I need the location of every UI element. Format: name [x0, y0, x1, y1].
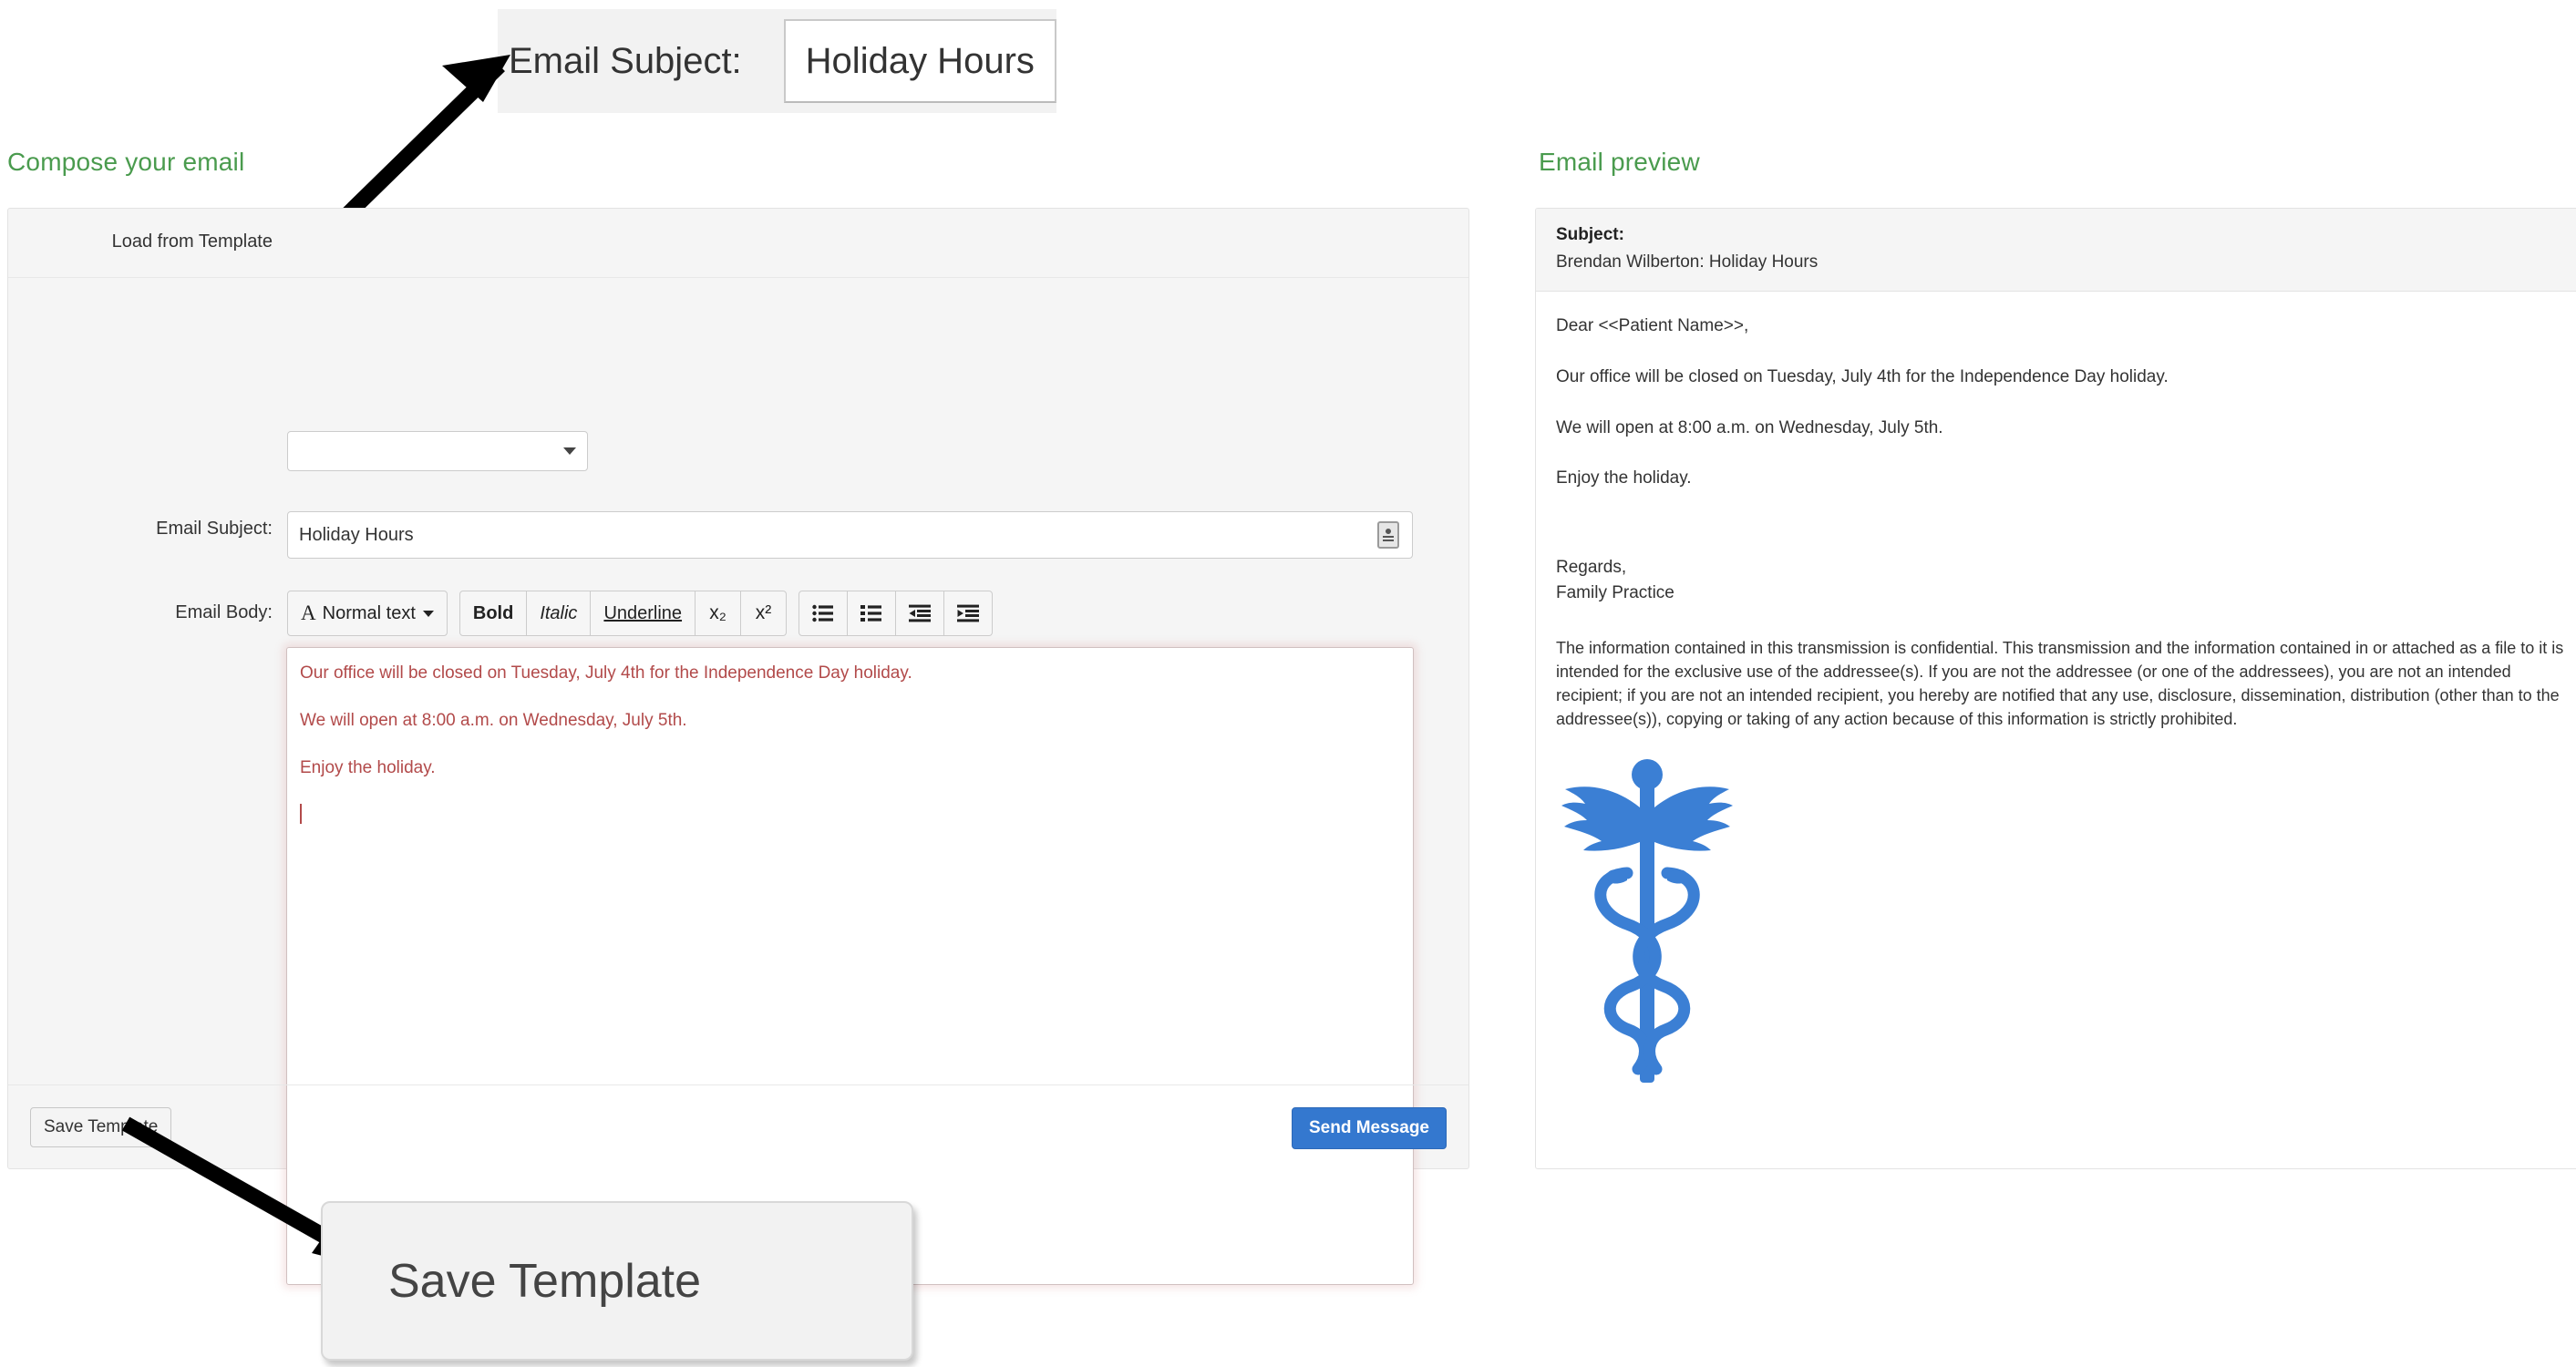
preview-disclaimer: The information contained in this transm… [1556, 639, 2564, 729]
numbered-list-icon [860, 605, 882, 622]
email-subject-input[interactable]: Holiday Hours [287, 511, 1413, 559]
preview-signoff-line1: Regards, [1556, 558, 1627, 577]
editor-toolbar: A Normal text Bold Italic Underline x₂ x… [287, 591, 994, 636]
italic-button[interactable]: Italic [527, 591, 592, 636]
preview-subject-block: Subject: Brendan Wilberton: Holiday Hour… [1536, 209, 2576, 292]
bulleted-list-icon [812, 604, 834, 622]
compose-section-heading: Compose your email [7, 148, 245, 176]
list-button-group [799, 591, 994, 636]
underline-button[interactable]: Underline [591, 591, 696, 636]
load-from-template-select[interactable] [287, 431, 588, 471]
email-subject-value: Holiday Hours [299, 524, 414, 545]
format-button-group: Bold Italic Underline x₂ x² [459, 591, 788, 636]
preview-paragraph: We will open at 8:00 a.m. on Wednesday, … [1556, 417, 1943, 437]
send-message-button[interactable]: Send Message [1292, 1107, 1447, 1149]
font-style-a-icon: A [301, 601, 316, 624]
preview-spacer [1556, 519, 2576, 555]
preview-greeting: Dear <<Patient Name>>, [1556, 316, 1749, 335]
email-body-editor[interactable]: Our office will be closed on Tuesday, Ju… [286, 647, 1414, 1285]
callout-save-template-label: Save Template [388, 1254, 702, 1308]
text-cursor [300, 804, 302, 825]
contact-card-autofill-icon[interactable] [1377, 521, 1399, 549]
preview-subject-label: Subject: [1556, 225, 1624, 244]
caduceus-logo [1561, 759, 1733, 1084]
save-template-button[interactable]: Save Template [30, 1107, 172, 1147]
email-preview-panel: Subject: Brendan Wilberton: Holiday Hour… [1535, 208, 2576, 1169]
callout-subject-label: Email Subject: [509, 40, 742, 81]
email-subject-callout: Email Subject: Holiday Hours [498, 9, 1056, 113]
bulleted-list-button[interactable] [799, 591, 849, 636]
preview-section-heading: Email preview [1539, 148, 1700, 176]
caret-down-icon [422, 610, 434, 617]
body-paragraph: We will open at 8:00 a.m. on Wednesday, … [300, 710, 687, 730]
load-from-template-label: Load from Template [111, 231, 273, 252]
text-style-group: A Normal text [287, 591, 448, 636]
bold-button[interactable]: Bold [459, 591, 528, 636]
text-style-dropdown[interactable]: A Normal text [287, 591, 448, 636]
chevron-down-icon [563, 447, 576, 455]
save-template-callout: Save Template [321, 1201, 913, 1361]
outdent-icon [909, 604, 932, 622]
subscript-label: x₂ [709, 602, 726, 623]
indent-icon [957, 604, 980, 622]
callout-subject-value: Holiday Hours [783, 19, 1056, 103]
outdent-button[interactable] [896, 591, 945, 636]
preview-body: Dear <<Patient Name>>, Our office will b… [1536, 292, 2576, 1087]
email-subject-label: Email Subject: [156, 519, 273, 539]
preview-paragraph: Enjoy the holiday. [1556, 468, 1692, 488]
body-paragraph: Enjoy the holiday. [300, 757, 436, 777]
text-style-label: Normal text [322, 602, 416, 623]
numbered-list-button[interactable] [848, 591, 897, 636]
superscript-label: x² [755, 602, 772, 623]
preview-subject-value: Brendan Wilberton: Holiday Hours [1556, 252, 1819, 272]
compose-panel: Load from Template Email Subject: Holida… [7, 208, 1469, 1285]
indent-button[interactable] [944, 591, 994, 636]
preview-paragraph: Our office will be closed on Tuesday, Ju… [1556, 366, 2169, 386]
subscript-button[interactable]: x₂ [696, 591, 742, 636]
email-body-label: Email Body: [175, 602, 273, 622]
superscript-button[interactable]: x² [741, 591, 788, 636]
body-paragraph: Our office will be closed on Tuesday, Ju… [300, 663, 912, 683]
preview-signoff-line2: Family Practice [1556, 582, 1674, 602]
preview-signoff: Regards, Family Practice [1556, 555, 2576, 605]
body-cursor-line [300, 804, 1400, 827]
compose-footer: Save Template Send Message [8, 1084, 1468, 1168]
